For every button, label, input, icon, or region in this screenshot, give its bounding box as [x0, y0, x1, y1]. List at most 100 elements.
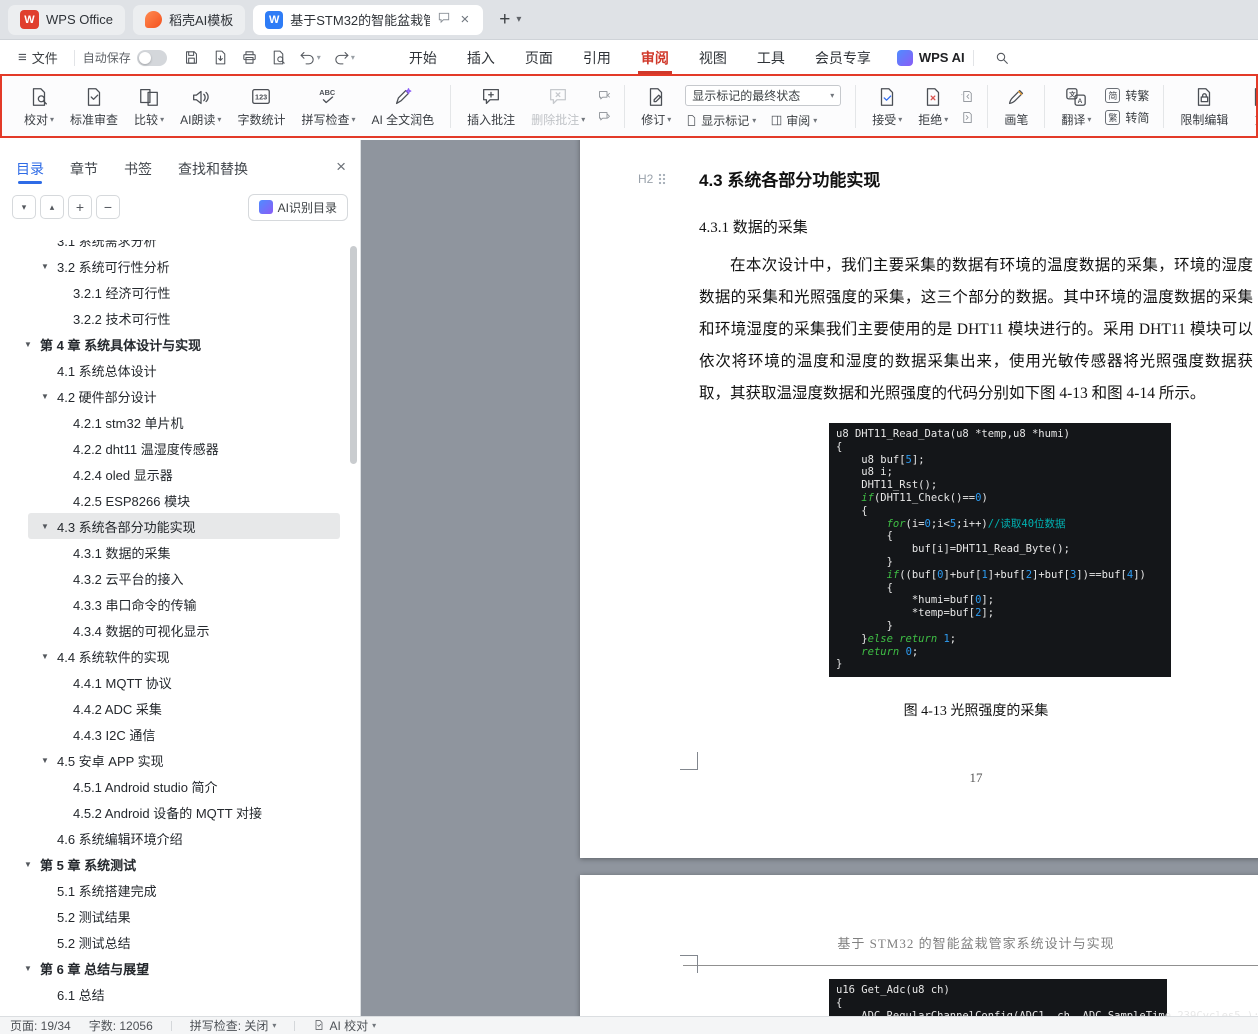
track-changes-button[interactable]: 修订▾	[633, 84, 679, 130]
toc-item[interactable]: 4.3.1 数据的采集	[0, 539, 350, 565]
document-chat-icon[interactable]	[437, 11, 451, 28]
next-change-button[interactable]	[960, 110, 975, 125]
toc-item[interactable]: 4.2.5 ESP8266 模块	[0, 487, 350, 513]
status-ai-proofread[interactable]: AI 校对▾	[313, 1019, 376, 1033]
toc-item[interactable]: 4.4.2 ADC 采集	[0, 695, 350, 721]
file-menu-button[interactable]: ≡ 文件	[10, 48, 66, 67]
restrict-editing-button[interactable]: 限制编辑	[1172, 84, 1236, 130]
toc-item[interactable]: ▼第 6 章 总结与展望	[0, 955, 350, 981]
menu-tab-页面[interactable]: 页面	[525, 41, 553, 74]
previous-comment-button[interactable]	[597, 89, 612, 104]
sidebar-tab-find-replace[interactable]: 查找和替换	[178, 152, 248, 186]
toc-item[interactable]: 4.1 系统总体设计	[0, 357, 350, 383]
menu-tab-会员专享[interactable]: 会员专享	[815, 41, 871, 74]
wps-ai-button[interactable]: WPS AI	[897, 50, 965, 66]
toc-item[interactable]: 6.1 总结	[0, 981, 350, 1007]
next-comment-button[interactable]	[597, 110, 612, 125]
tab-document[interactable]: W 基于STM32的智能盆栽管家 ×	[253, 5, 483, 35]
menu-tab-引用[interactable]: 引用	[583, 41, 611, 74]
tab-list-dropdown-icon[interactable]: ▾	[516, 14, 521, 25]
toc-collapse-level-button[interactable]: ▴	[40, 195, 64, 219]
toc-item[interactable]: 4.2.2 dht11 温湿度传感器	[0, 435, 350, 461]
tab-close-icon[interactable]: ×	[458, 11, 471, 28]
toc-item[interactable]: 4.3.3 串口命令的传输	[0, 591, 350, 617]
accept-change-button[interactable]: 接受▾	[864, 84, 910, 130]
toc-item[interactable]: 4.3.4 数据的可视化显示	[0, 617, 350, 643]
sidebar-close-icon[interactable]: ×	[336, 157, 346, 177]
redo-button[interactable]: ▾	[329, 46, 359, 69]
tab-docer-ai-template[interactable]: 稻壳AI模板	[133, 5, 245, 35]
ink-brush-button[interactable]: 画笔	[996, 84, 1036, 130]
toc-item[interactable]: ▼第 5 章 系统测试	[0, 851, 350, 877]
doc-paragraph[interactable]: 在本次设计中，我们主要采集的数据有环境的温度数据的采集，环境的湿度数据的采集和光…	[699, 250, 1253, 410]
toc-item[interactable]: 4.3.2 云平台的接入	[0, 565, 350, 591]
print-button[interactable]	[237, 46, 262, 69]
toc-item[interactable]: 4.4.1 MQTT 协议	[0, 669, 350, 695]
toc-expand-level-button[interactable]: ▾	[12, 195, 36, 219]
page-header[interactable]: 基于 STM32 的智能盆栽管家系统设计与实现	[699, 933, 1253, 952]
toc-item[interactable]: 4.4.3 I2C 通信	[0, 721, 350, 747]
sidebar-tab-toc[interactable]: 目录	[16, 152, 44, 186]
status-page-indicator[interactable]: 页面: 19/34	[10, 1020, 71, 1032]
export-pdf-button[interactable]	[208, 46, 233, 69]
ai-read-aloud-button[interactable]: AI朗读▾	[172, 84, 229, 130]
toc-item[interactable]: 4.2.4 oled 显示器	[0, 461, 350, 487]
show-markup-dropdown[interactable]: 显示标记▾	[685, 112, 756, 129]
toc-item[interactable]: 4.5.2 Android 设备的 MQTT 对接	[0, 799, 350, 825]
sidebar-tab-bookmarks[interactable]: 书签	[124, 152, 152, 186]
toc-collapse-arrow-icon[interactable]: ▼	[41, 262, 57, 271]
toc-item[interactable]: 3.1 系统需求分析	[0, 240, 350, 253]
figure-caption[interactable]: 图 4-13 光照强度的采集	[699, 700, 1253, 720]
undo-button[interactable]: ▾	[295, 46, 325, 69]
previous-change-button[interactable]	[960, 89, 975, 104]
toc-item[interactable]: 3.2.2 技术可行性	[0, 305, 350, 331]
compare-button[interactable]: 比较▾	[126, 84, 172, 130]
spell-check-button[interactable]: ABC 拼写检查▾	[293, 84, 363, 130]
review-pane-dropdown[interactable]: 审阅▾	[770, 112, 817, 129]
autosave-control[interactable]: 自动保存	[83, 49, 167, 66]
menu-tab-工具[interactable]: 工具	[757, 41, 785, 74]
status-spellcheck[interactable]: 拼写检查: 关闭▾	[190, 1020, 277, 1032]
toc-item[interactable]: ▼4.5 安卓 APP 实现	[0, 747, 350, 773]
toc-collapse-all-button[interactable]: −	[96, 195, 120, 219]
menu-tab-插入[interactable]: 插入	[467, 41, 495, 74]
print-preview-button[interactable]	[266, 46, 291, 69]
code-figure-1[interactable]: u8 DHT11_Read_Data(u8 *temp,u8 *humi){ u…	[829, 423, 1171, 677]
toc-collapse-arrow-icon[interactable]: ▼	[41, 652, 57, 661]
ai-polish-button[interactable]: AI 全文润色	[363, 84, 442, 130]
save-button[interactable]	[179, 46, 204, 69]
toc-item[interactable]: 5.1 系统搭建完成	[0, 877, 350, 903]
undo-dropdown-icon[interactable]: ▾	[317, 53, 321, 62]
sidebar-tab-chapters[interactable]: 章节	[70, 152, 98, 186]
delete-comment-button[interactable]: 删除批注▾	[523, 84, 593, 130]
toc-item[interactable]: ▼3.2 系统可行性分析	[0, 253, 350, 279]
toc-expand-all-button[interactable]: +	[68, 195, 92, 219]
toc-item[interactable]: 4.6 系统编辑环境介绍	[0, 825, 350, 851]
code-figure-2[interactable]: u16 Get_Adc(u8 ch){ ADC_RegularChannelCo…	[829, 979, 1167, 1016]
traditional-to-simplified-button[interactable]: 繁 转简	[1105, 109, 1149, 126]
toc-item[interactable]: ▼4.2 硬件部分设计	[0, 383, 350, 409]
ai-recognize-toc-button[interactable]: AI识别目录	[248, 194, 348, 221]
toc-collapse-arrow-icon[interactable]: ▼	[41, 522, 57, 531]
toc-item[interactable]: ▼4.3 系统各部分功能实现	[28, 513, 340, 539]
standard-review-button[interactable]: 标准审查	[62, 84, 126, 130]
toc-item[interactable]: ▼4.4 系统软件的实现	[0, 643, 350, 669]
translate-button[interactable]: 文A 翻译▾	[1053, 84, 1099, 130]
doc-heading[interactable]: 4.3 系统各部分功能实现	[699, 166, 880, 191]
doc-subheading[interactable]: 4.3.1 数据的采集	[699, 216, 808, 237]
redo-dropdown-icon[interactable]: ▾	[351, 53, 355, 62]
toc-item[interactable]: 4.2.1 stm32 单片机	[0, 409, 350, 435]
markup-state-combobox[interactable]: 显示标记的最终状态▾	[685, 85, 841, 106]
status-word-count[interactable]: 字数: 12056	[89, 1020, 153, 1032]
search-icon[interactable]	[994, 50, 1010, 66]
word-count-button[interactable]: 123 字数统计	[229, 84, 293, 130]
toc-item[interactable]: 5.2 测试结果	[0, 903, 350, 929]
toc-collapse-arrow-icon[interactable]: ▼	[24, 964, 40, 973]
toc-collapse-arrow-icon[interactable]: ▼	[24, 340, 40, 349]
sidebar-scrollbar[interactable]	[350, 246, 357, 464]
reject-change-button[interactable]: 拒绝▾	[910, 84, 956, 130]
autosave-toggle[interactable]	[137, 50, 167, 66]
toc-item[interactable]: 5.2 测试总结	[0, 929, 350, 955]
proofread-button[interactable]: 校对▾	[16, 84, 62, 130]
clipped-ribbon-button[interactable]: 文	[1242, 84, 1258, 130]
